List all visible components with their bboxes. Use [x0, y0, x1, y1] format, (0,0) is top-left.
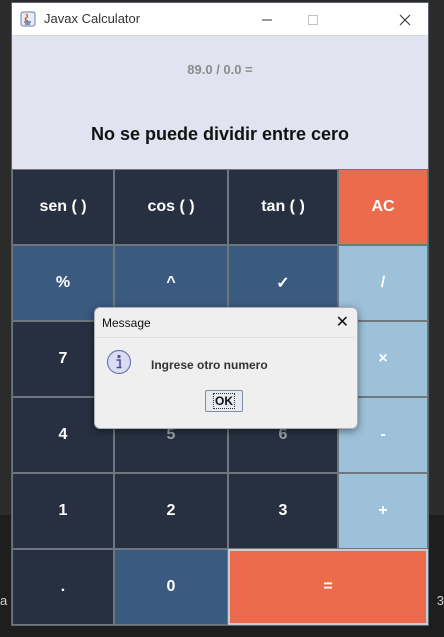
ok-button-label: OK: [213, 393, 235, 409]
result-text: No se puede dividir entre cero: [90, 124, 350, 144]
message-dialog: Message ✕ Ingrese otro numero OK: [94, 307, 358, 429]
dialog-divider: [95, 337, 355, 338]
title-bar[interactable]: Javax Calculator: [12, 3, 428, 36]
minimize-button[interactable]: [244, 3, 290, 35]
sin-button[interactable]: sen ( ): [12, 169, 114, 245]
zero-button[interactable]: 0: [114, 549, 228, 625]
equals-button[interactable]: =: [228, 549, 428, 625]
maximize-icon: [308, 15, 318, 26]
dialog-message: Ingrese otro numero: [151, 358, 268, 372]
info-icon: [106, 349, 132, 375]
window-title: Javax Calculator: [44, 11, 141, 26]
minimize-icon: [262, 19, 272, 21]
maximize-button[interactable]: [290, 3, 336, 35]
cos-button[interactable]: cos ( ): [114, 169, 228, 245]
two-button[interactable]: 2: [114, 473, 228, 549]
dialog-close-icon[interactable]: ✕: [336, 312, 349, 332]
expression-text: 89.0 / 0.0 =: [187, 62, 253, 77]
java-app-icon: [20, 11, 36, 27]
close-icon: [399, 14, 411, 26]
three-button[interactable]: 3: [228, 473, 338, 549]
background-text-right: 3: [436, 593, 444, 608]
plus-button[interactable]: +: [338, 473, 428, 549]
clear-button[interactable]: AC: [338, 169, 428, 245]
dialog-title: Message: [102, 316, 151, 330]
one-button[interactable]: 1: [12, 473, 114, 549]
ok-button[interactable]: OK: [205, 390, 243, 412]
tan-button[interactable]: tan ( ): [228, 169, 338, 245]
background-text-left: a: [0, 593, 8, 608]
close-button[interactable]: [382, 3, 428, 35]
calculator-display: 89.0 / 0.0 = No se puede dividir entre c…: [12, 36, 428, 169]
decimal-button[interactable]: .: [12, 549, 114, 625]
